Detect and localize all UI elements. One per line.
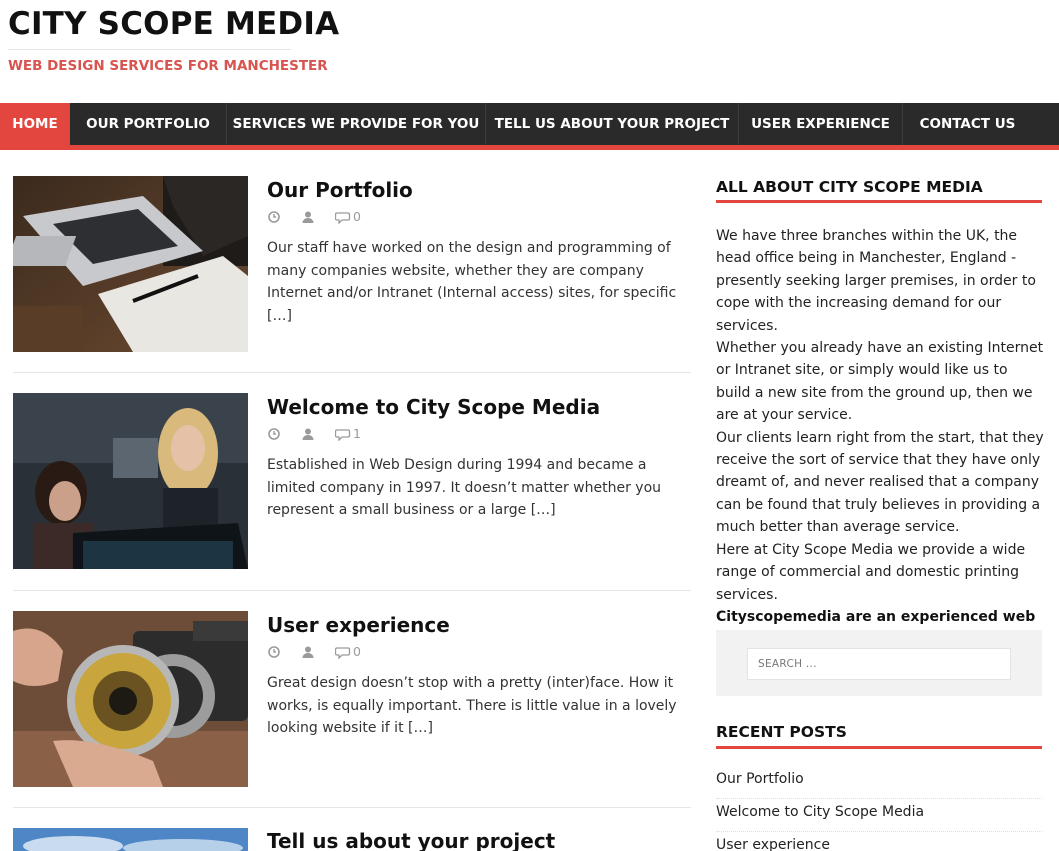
clock-icon xyxy=(267,210,281,224)
post-meta: 1 xyxy=(267,426,361,442)
post-title[interactable]: Tell us about your project xyxy=(267,829,555,851)
about-paragraph: Whether you already have an existing Int… xyxy=(716,340,1044,424)
nav-item-tell-us-about-project[interactable]: TELL US ABOUT YOUR PROJECT xyxy=(486,103,739,145)
widget-title-about: ALL ABOUT CITY SCOPE MEDIA xyxy=(716,178,983,196)
post-title[interactable]: Welcome to City Scope Media xyxy=(267,395,600,419)
post-thumbnail-sky[interactable] xyxy=(13,828,248,851)
comment-count[interactable]: 0 xyxy=(353,644,361,659)
post-excerpt: Great design doesn’t stop with a pretty … xyxy=(267,675,677,736)
nav-item-contact-us[interactable]: CONTACT US xyxy=(903,103,1032,145)
about-paragraph: We have three branches within the UK, th… xyxy=(716,228,1036,334)
user-icon xyxy=(301,645,315,659)
main-navigation: HOME OUR PORTFOLIO SERVICES WE PROVIDE F… xyxy=(0,103,1059,145)
title-divider xyxy=(8,49,291,50)
post-card: User experience 0 Great design doesn’t s… xyxy=(13,611,691,808)
comment-icon xyxy=(334,427,351,442)
site-tagline: WEB DESIGN SERVICES FOR MANCHESTER xyxy=(8,58,328,74)
widget-title-rule xyxy=(716,200,1042,203)
recent-post-link[interactable]: Welcome to City Scope Media xyxy=(716,799,1042,832)
post-meta: 0 xyxy=(267,644,361,660)
nav-item-user-experience[interactable]: USER EXPERIENCE xyxy=(739,103,903,145)
post-divider xyxy=(13,807,691,808)
nav-item-services[interactable]: SERVICES WE PROVIDE FOR YOU xyxy=(227,103,486,145)
post-divider xyxy=(13,372,691,373)
post-thumbnail-camera-lens[interactable] xyxy=(13,611,248,787)
user-icon xyxy=(301,427,315,441)
user-icon xyxy=(301,210,315,224)
post-card: Tell us about your project xyxy=(13,828,691,851)
search-input[interactable] xyxy=(747,648,1011,680)
recent-posts-list: Our Portfolio Welcome to City Scope Medi… xyxy=(716,766,1042,851)
widget-title-recent-posts: RECENT POSTS xyxy=(716,723,847,741)
post-excerpt: Established in Web Design during 1994 an… xyxy=(267,457,662,518)
post-title[interactable]: User experience xyxy=(267,613,450,637)
post-divider xyxy=(13,590,691,591)
nav-item-home[interactable]: HOME xyxy=(0,103,70,145)
post-card: Our Portfolio 0 Our staff have worked on… xyxy=(13,176,691,373)
about-text: We have three branches within the UK, th… xyxy=(716,225,1046,651)
search-widget xyxy=(716,630,1042,696)
post-title[interactable]: Our Portfolio xyxy=(267,178,413,202)
nav-item-our-portfolio[interactable]: OUR PORTFOLIO xyxy=(70,103,227,145)
post-thumbnail-women-computer[interactable] xyxy=(13,393,248,569)
recent-post-link[interactable]: User experience xyxy=(716,832,1042,851)
clock-icon xyxy=(267,427,281,441)
comment-count[interactable]: 0 xyxy=(353,209,361,224)
widget-title-rule xyxy=(716,746,1042,749)
clock-icon xyxy=(267,645,281,659)
post-card: Welcome to City Scope Media 1 Establishe… xyxy=(13,393,691,591)
post-thumbnail-laptop[interactable] xyxy=(13,176,248,352)
about-paragraph: Our clients learn right from the start, … xyxy=(716,429,1044,536)
about-paragraph: Here at City Scope Media we provide a wi… xyxy=(716,541,1026,603)
nav-accent-bar xyxy=(0,145,1059,150)
comment-icon xyxy=(334,645,351,660)
site-title[interactable]: CITY SCOPE MEDIA xyxy=(8,6,339,42)
post-meta: 0 xyxy=(267,209,361,225)
post-excerpt: Our staff have worked on the design and … xyxy=(267,240,677,324)
comment-count[interactable]: 1 xyxy=(353,426,361,441)
comment-icon xyxy=(334,210,351,225)
recent-post-link[interactable]: Our Portfolio xyxy=(716,766,1042,799)
